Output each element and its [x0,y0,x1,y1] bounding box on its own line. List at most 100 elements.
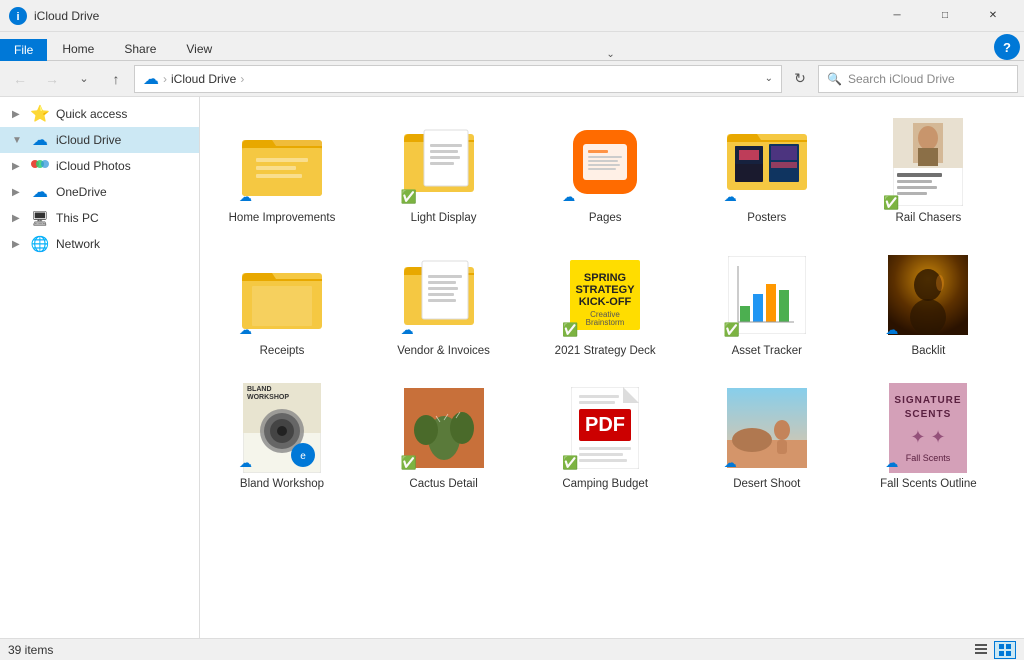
file-item-strategy-deck[interactable]: SPRING STRATEGY KICK-OFF Creative Brains… [535,242,675,367]
sidebar-item-network[interactable]: ▶ 🌐 Network [0,231,199,257]
sync-icon-bland-workshop: ☁ [239,455,252,471]
search-icon: 🔍 [827,72,842,86]
svg-text:i: i [16,11,19,23]
file-thumb-fall-scents: SIGNATURE SCENTS ✦ ✦ Fall Scents ☁ [883,383,973,473]
sidebar-item-icloud-drive[interactable]: ▼ ☁ iCloud Drive [0,127,199,153]
help-button[interactable]: ? [994,34,1020,60]
svg-text:SCENTS: SCENTS [905,409,952,420]
file-item-light-display[interactable]: ✅ Light Display [374,109,514,234]
file-thumb-desert-shoot: ☁ [722,383,812,473]
svg-text:KICK-OFF: KICK-OFF [579,296,632,308]
address-dropdown-button[interactable]: ⌄ [765,73,773,84]
sync-icon-strategy-deck: ✅ [562,322,578,338]
back-button[interactable]: ← [6,65,34,93]
desert-shoot-photo-icon [727,388,807,468]
file-item-fall-scents[interactable]: SIGNATURE SCENTS ✦ ✦ Fall Scents ☁ Fall … [858,375,998,500]
file-item-backlit[interactable]: ☁ Backlit [858,242,998,367]
file-item-cactus-detail[interactable]: ✅ Cactus Detail [374,375,514,500]
address-bar[interactable]: ☁ › iCloud Drive › ⌄ [134,65,782,93]
sidebar-label-icloud-photos: iCloud Photos [56,159,131,173]
sidebar-label-icloud-drive: iCloud Drive [56,133,121,147]
ribbon: File Home Share View ⌄ ? [0,32,1024,61]
tab-share[interactable]: Share [109,37,171,61]
this-pc-icon: 🖥 [30,210,50,227]
file-item-home-improvements[interactable]: ☁ Home Improvements [212,109,352,234]
folder-icon [242,128,322,196]
minimize-button[interactable]: ─ [874,0,920,32]
rail-chasers-doc-icon [893,118,963,206]
large-icons-view-icon [998,643,1012,657]
view-controls [970,641,1016,659]
recent-locations-button[interactable]: ⌄ [70,65,98,93]
file-item-pages[interactable]: ☁ Pages [535,109,675,234]
svg-text:WORKSHOP: WORKSHOP [247,394,289,401]
large-icons-view-button[interactable] [994,641,1016,659]
svg-text:STRATEGY: STRATEGY [576,284,636,296]
window-title: iCloud Drive [34,9,874,23]
file-item-desert-shoot[interactable]: ☁ Desert Shoot [697,375,837,500]
forward-button[interactable]: → [38,65,66,93]
svg-text:SIGNATURE: SIGNATURE [895,395,962,406]
file-item-vendor-invoices[interactable]: ☁ Vendor & Invoices [374,242,514,367]
up-button[interactable]: ↑ [102,65,130,93]
tab-file[interactable]: File [0,39,47,61]
tab-view[interactable]: View [171,37,227,61]
sync-icon-desert-shoot: ☁ [724,455,737,471]
sync-icon-light-display: ✅ [401,189,417,205]
statusbar: 39 items [0,638,1024,660]
ribbon-tabs: File Home Share View ⌄ ? [0,32,1024,60]
sidebar-label-this-pc: This PC [56,211,99,225]
tab-home[interactable]: Home [47,37,109,61]
window-controls: ─ □ ✕ [874,0,1016,32]
receipts-folder-icon [242,261,322,329]
icloud-icon: ☁ [143,69,159,89]
sync-icon-vendor-invoices: ☁ [401,322,414,338]
onedrive-icon: ☁ [30,182,50,202]
camping-budget-pdf-icon: PDF [571,387,639,469]
icloud-photos-icon [30,155,50,178]
sidebar-item-this-pc[interactable]: ▶ 🖥 This PC [0,205,199,231]
file-thumb-posters: ☁ [722,117,812,207]
file-label-posters: Posters [747,211,786,226]
ribbon-expand-button[interactable]: ⌄ [600,49,620,60]
sync-icon-pages: ☁ [562,189,575,205]
sidebar-item-onedrive[interactable]: ▶ ☁ OneDrive [0,179,199,205]
file-item-camping-budget[interactable]: PDF ✅ Camping Budget [535,375,675,500]
sync-icon-camping-budget: ✅ [562,455,578,471]
sync-icon-asset-tracker: ✅ [724,322,740,338]
file-thumb-bland-workshop: BLAND WORKSHOP e ☁ [237,383,327,473]
search-placeholder: Search iCloud Drive [848,72,955,86]
file-label-fall-scents: Fall Scents Outline [880,477,977,492]
file-item-asset-tracker[interactable]: ✅ Asset Tracker [697,242,837,367]
close-button[interactable]: ✕ [970,0,1016,32]
details-view-icon [974,643,988,657]
file-item-posters[interactable]: ☁ Posters [697,109,837,234]
search-box[interactable]: 🔍 Search iCloud Drive [818,65,1018,93]
details-view-button[interactable] [970,641,992,659]
backlit-photo-icon [888,255,968,335]
sync-icon-home-improvements: ☁ [239,189,252,205]
item-count: 39 items [8,643,53,657]
fall-scents-photo-icon: SIGNATURE SCENTS ✦ ✦ Fall Scents [889,383,967,473]
breadcrumb-separator-2: › [240,72,244,86]
file-thumb-rail-chasers: ✅ [883,117,973,207]
file-item-bland-workshop[interactable]: BLAND WORKSHOP e ☁ Bland Workshop [212,375,352,500]
file-thumb-camping-budget: PDF ✅ [560,383,650,473]
file-thumb-light-display: ✅ [399,117,489,207]
refresh-button[interactable]: ↻ [786,65,814,93]
network-icon: 🌐 [30,235,50,253]
file-thumb-backlit: ☁ [883,250,973,340]
file-label-asset-tracker: Asset Tracker [732,344,802,359]
file-item-rail-chasers[interactable]: ✅ Rail Chasers [858,109,998,234]
file-label-strategy-deck: 2021 Strategy Deck [555,344,656,359]
sidebar-item-icloud-photos[interactable]: ▶ iCloud Photos [0,153,199,179]
file-label-rail-chasers: Rail Chasers [895,211,961,226]
maximize-button[interactable]: □ [922,0,968,32]
file-item-receipts[interactable]: ☁ Receipts [212,242,352,367]
sidebar-item-quick-access[interactable]: ▶ ⭐ Quick access [0,101,199,127]
file-thumb-receipts: ☁ [237,250,327,340]
file-label-desert-shoot: Desert Shoot [733,477,800,492]
file-label-receipts: Receipts [260,344,305,359]
sidebar-label-network: Network [56,237,100,251]
icloud-drive-icon: ☁ [30,130,50,150]
